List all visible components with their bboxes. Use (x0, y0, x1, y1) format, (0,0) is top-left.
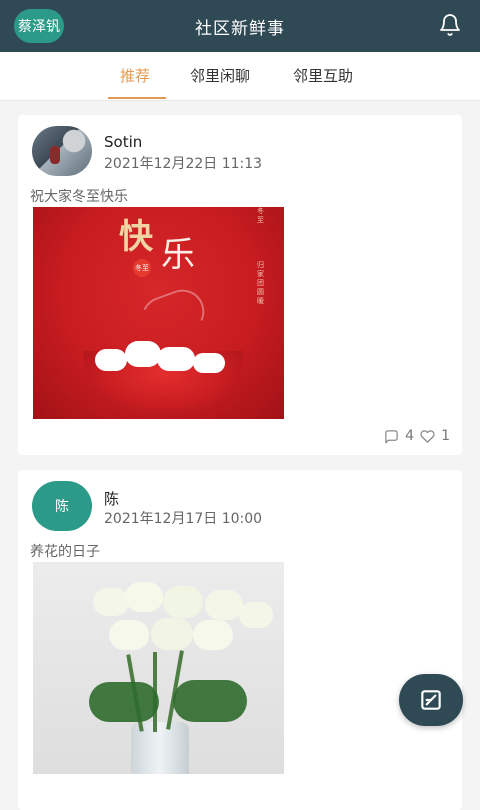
app-header: 蔡泽钒 社区新鲜事 (0, 0, 480, 52)
image-text-e: 归家团圆暖 (257, 261, 264, 305)
dumpling (125, 341, 161, 367)
post-time: 2021年12月17日 10:00 (104, 511, 263, 527)
tab-recommend[interactable]: 推荐 (120, 65, 150, 86)
post-text: 养花的日子 (30, 544, 100, 560)
leaf-cluster (89, 682, 159, 722)
dumpling (157, 347, 195, 371)
rose (109, 620, 149, 650)
leaf-cluster (173, 680, 247, 722)
post-author: 陈 (104, 490, 120, 508)
tab-bar: 推荐 邻里闲聊 邻里互助 (0, 52, 480, 101)
image-seal: 冬至 (133, 259, 151, 277)
post-author: Sotin (104, 133, 143, 151)
rose (239, 602, 273, 628)
avatar[interactable] (32, 126, 92, 176)
page-title: 社区新鲜事 (195, 19, 285, 39)
image-text-b: 乐 (161, 235, 195, 275)
dumpling (95, 349, 127, 371)
rose (151, 618, 193, 650)
image-text-a: 快 (119, 217, 153, 257)
heart-icon[interactable] (420, 429, 435, 444)
avatar[interactable]: 陈 (32, 481, 92, 531)
post-card[interactable]: 陈 陈 2021年12月17日 10:00 养花的日子 (18, 470, 462, 810)
rose (205, 590, 243, 620)
create-post-button[interactable] (399, 674, 463, 726)
steam-swirl (135, 283, 211, 347)
post-image[interactable]: 快 乐 冬至 冬至 归家团圆暖 (33, 207, 284, 419)
post-text: 祝大家冬至快乐 (30, 189, 128, 205)
like-count: 1 (441, 428, 450, 444)
image-text-d: 冬至 (257, 207, 264, 224)
rose (193, 620, 233, 650)
comment-count: 4 (405, 428, 415, 444)
rose (125, 582, 163, 612)
comment-icon[interactable] (384, 429, 399, 444)
dumpling (193, 353, 225, 373)
tab-indicator (108, 97, 166, 99)
bell-icon[interactable] (438, 13, 462, 37)
edit-icon (421, 690, 441, 710)
avatar-initial: 陈 (55, 499, 69, 515)
post-stats: 4 1 (384, 428, 450, 444)
post-time: 2021年12月22日 11:13 (104, 156, 263, 172)
rose (93, 588, 129, 616)
post-image[interactable] (33, 562, 284, 774)
tab-neighbor-chat[interactable]: 邻里闲聊 (190, 65, 250, 86)
rose (163, 586, 203, 618)
post-card[interactable]: Sotin 2021年12月22日 11:13 祝大家冬至快乐 快 乐 冬至 冬… (18, 115, 462, 455)
tab-neighbor-help[interactable]: 邻里互助 (293, 65, 353, 86)
